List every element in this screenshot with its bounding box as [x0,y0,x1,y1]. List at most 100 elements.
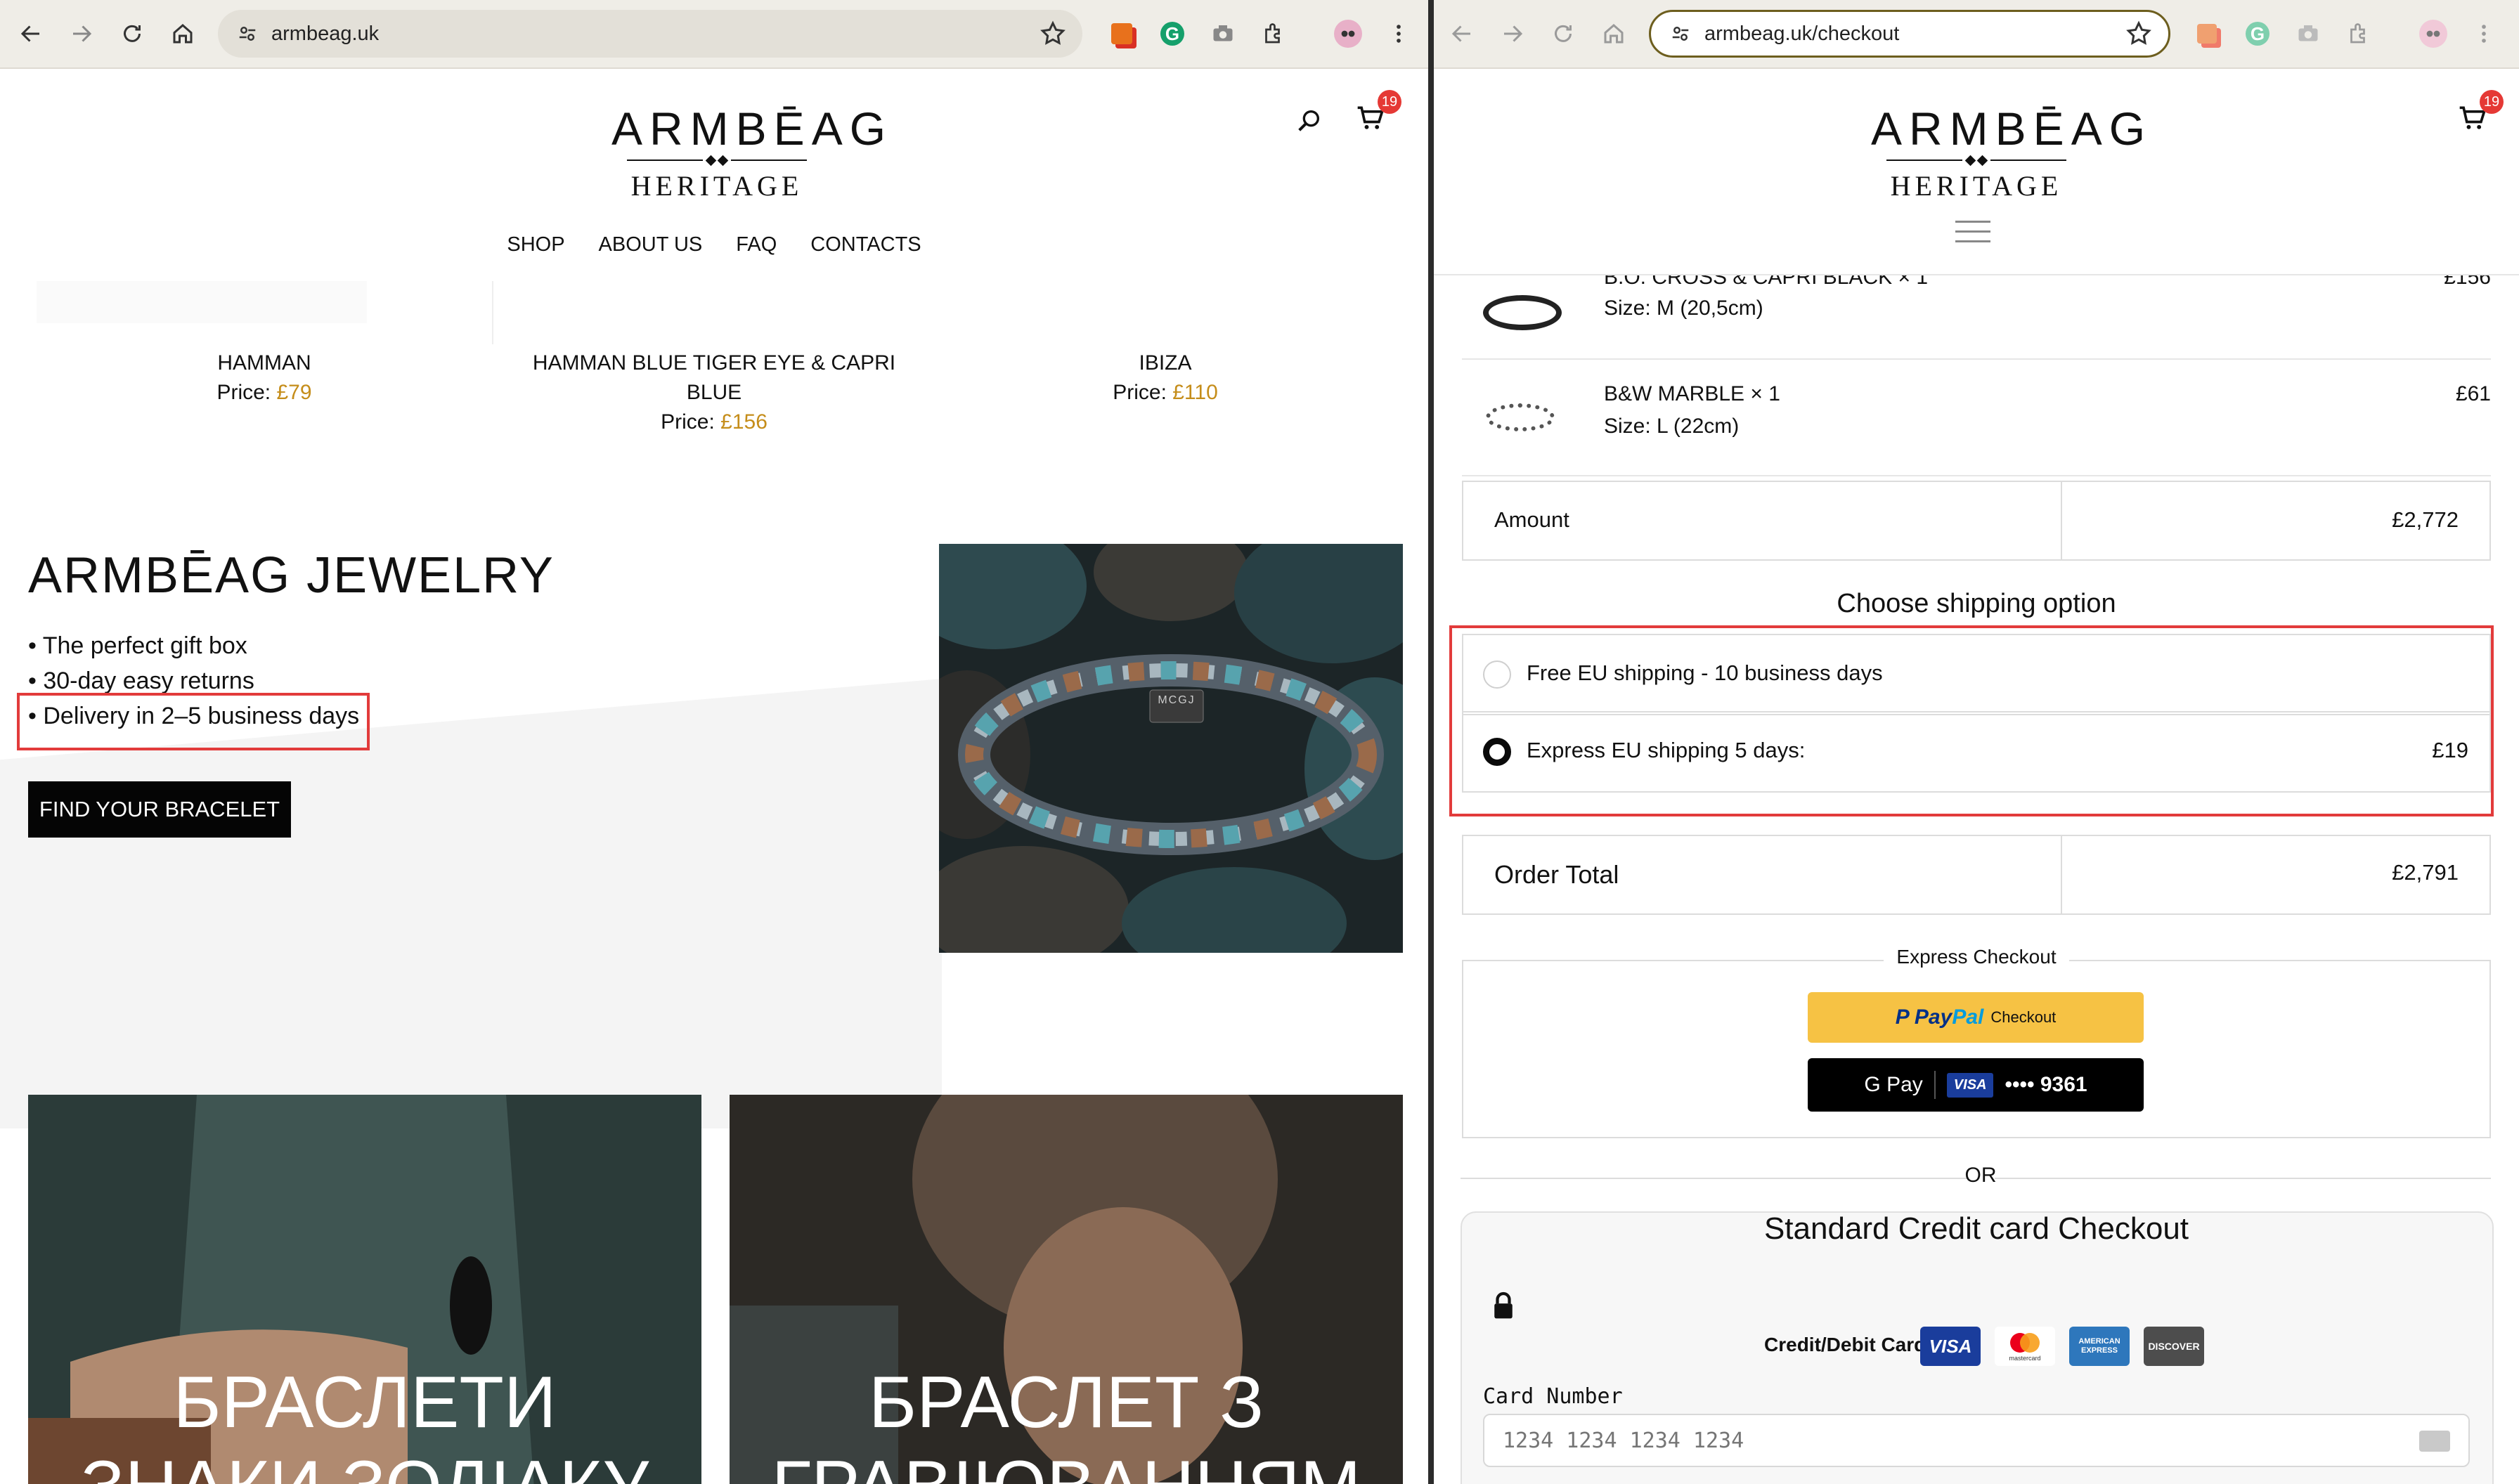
find-your-bracelet-button[interactable]: FIND YOUR BRACELET [28,781,291,838]
bookmark-star-icon[interactable] [1039,20,1067,48]
address-bar[interactable]: armbeag.uk [218,10,1082,58]
annotation-highlight-box [17,693,370,750]
item-name: B.O. CROSS & CAPRI BLACK × 1 [1604,275,1929,289]
nav-about-us[interactable]: ABOUT US [599,233,703,256]
extension-office-icon[interactable] [1106,18,1137,49]
store-logo[interactable]: ARMBĒAG HERITAGE [611,103,893,205]
back-icon[interactable] [1445,17,1479,51]
item-price: £61 [2455,382,2491,405]
nav-contacts[interactable]: CONTACTS [810,233,921,256]
category-tile-zodiac[interactable]: БРАСЛЕТИ ЗНАКИ ЗОДІАКУ [28,1095,701,1484]
logo-title: ARMBĒAG [611,103,893,155]
product-name[interactable]: HAMMAN BLUE TIGER EYE & CAPRI BLUE [503,349,925,408]
logo-divider [1871,153,2082,167]
forward-icon[interactable] [65,17,98,51]
shipping-title: Choose shipping option [1837,589,2116,618]
google-pay-logo: G Pay [1864,1073,1923,1096]
main-nav: SHOP ABOUT US FAQ CONTACTS [0,233,1428,256]
express-checkout-label: Express Checkout [1884,946,2069,968]
product-price: £79 [276,381,312,404]
extension-office-icon[interactable] [2191,18,2222,49]
search-icon[interactable] [1295,107,1323,135]
site-settings-icon[interactable] [233,20,261,48]
discover-logo: DISCOVER [2144,1327,2204,1366]
card-brand-icon [2419,1431,2450,1452]
product-name[interactable]: IBIZA [1025,349,1306,378]
price-label: Price: [216,381,271,404]
address-bar[interactable]: armbeag.uk/checkout [1649,10,2170,58]
product-card-hamman[interactable]: HAMMAN Price: £79 [124,349,405,408]
nav-shop[interactable]: SHOP [507,233,564,256]
tile-title-line2: ГРАВІЮВАННЯМ [730,1445,1403,1484]
browser-toolbar: armbeag.uk/checkout G [1434,0,2519,69]
profile-avatar[interactable] [1333,18,1364,49]
item-thumbnail [1486,403,1555,431]
annotation-highlight-box [1449,625,2494,816]
browser-menu-icon[interactable] [2468,18,2499,49]
tile-title-line1: БРАСЛЕТИ [173,1362,557,1443]
logo-title: ARMBĒAG [1871,103,2153,155]
grammarly-icon[interactable]: G [1157,18,1188,49]
order-line-item: B.O. CROSS & CAPRI BLACK × 1 Size: M (20… [1462,275,2491,358]
product-price: £110 [1172,381,1218,404]
item-size: Size: M (20,5cm) [1604,297,1763,320]
paypal-logo: P PayPal [1895,1005,1984,1029]
home-icon[interactable] [1597,17,1631,51]
right-browser-window: armbeag.uk/checkout G ARMBĒAG HERITAGE 1… [1434,0,2519,1484]
item-divider [1462,475,2491,476]
tile-title-line1: БРАСЛЕТ З [868,1362,1264,1443]
item-price: £156 [2444,275,2491,289]
store-logo[interactable]: ARMBĒAG HERITAGE [1871,103,2153,205]
camera-icon[interactable] [1207,18,1238,49]
site-settings-icon[interactable] [1666,20,1695,48]
home-icon[interactable] [166,17,200,51]
card-number-label: Card Number [1483,1384,1623,1409]
mastercard-logo: mastercard [1995,1327,2055,1366]
order-line-item: B&W MARBLE × 1 Size: L (22cm) £61 [1462,360,2491,475]
cart-count-badge: 19 [2480,90,2504,114]
order-total-value: £2,791 [2392,860,2459,885]
nav-faq[interactable]: FAQ [736,233,777,256]
card-number-input[interactable] [1483,1414,2470,1467]
lock-icon [1491,1291,1515,1321]
extensions-puzzle-icon[interactable] [2343,18,2374,49]
back-icon[interactable] [14,17,48,51]
product-image-divider [492,281,493,344]
hero-bullet-gift-box: • The perfect gift box [28,632,247,659]
paypal-checkout-button[interactable]: P PayPal Checkout [1808,992,2144,1043]
visa-card-chip: VISA [1946,1072,1994,1098]
price-label: Price: [1113,381,1167,404]
camera-icon[interactable] [2293,18,2324,49]
cart-count-badge: 19 [1378,90,1401,114]
amount-value: £2,772 [2392,507,2459,532]
product-image-placeholder [37,281,367,323]
forward-icon[interactable] [1496,17,1529,51]
url-text: armbeag.uk [271,22,380,45]
extensions-puzzle-icon[interactable] [1258,18,1289,49]
product-name[interactable]: HAMMAN [124,349,405,378]
logo-subtitle: HERITAGE [630,170,803,202]
profile-avatar[interactable] [2418,18,2449,49]
reload-icon[interactable] [1546,17,1580,51]
hamburger-menu-icon[interactable] [1955,221,1990,245]
logo-divider [611,153,822,167]
amount-row: Amount £2,772 [1462,481,2491,561]
cart-icon[interactable]: 19 [1355,90,1401,138]
google-pay-button[interactable]: G Pay VISA •••• 9361 [1808,1058,2144,1112]
browser-menu-icon[interactable] [1383,18,1414,49]
card-last-digits: •••• 9361 [2005,1073,2087,1096]
reload-icon[interactable] [115,17,149,51]
hero-bracelet-photo: MCGJ [939,544,1403,953]
category-tile-engraving[interactable]: БРАСЛЕТ З ГРАВІЮВАННЯМ [730,1095,1403,1484]
grammarly-icon[interactable]: G [2242,18,2273,49]
bookmark-star-icon[interactable] [2125,20,2153,48]
or-divider-right [1995,1178,2491,1179]
visa-logo: VISA [1920,1327,1981,1366]
cart-icon[interactable]: 19 [2457,90,2504,138]
amount-label: Amount [1494,507,1569,532]
product-card-ibiza[interactable]: IBIZA Price: £110 [1025,349,1306,408]
product-card-hamman-blue[interactable]: HAMMAN BLUE TIGER EYE & CAPRI BLUE Price… [503,349,925,437]
amex-logo: AMERICAN EXPRESS [2069,1327,2130,1366]
hero-bullet-returns: • 30-day easy returns [28,668,254,694]
logo-subtitle: HERITAGE [1890,170,2063,202]
